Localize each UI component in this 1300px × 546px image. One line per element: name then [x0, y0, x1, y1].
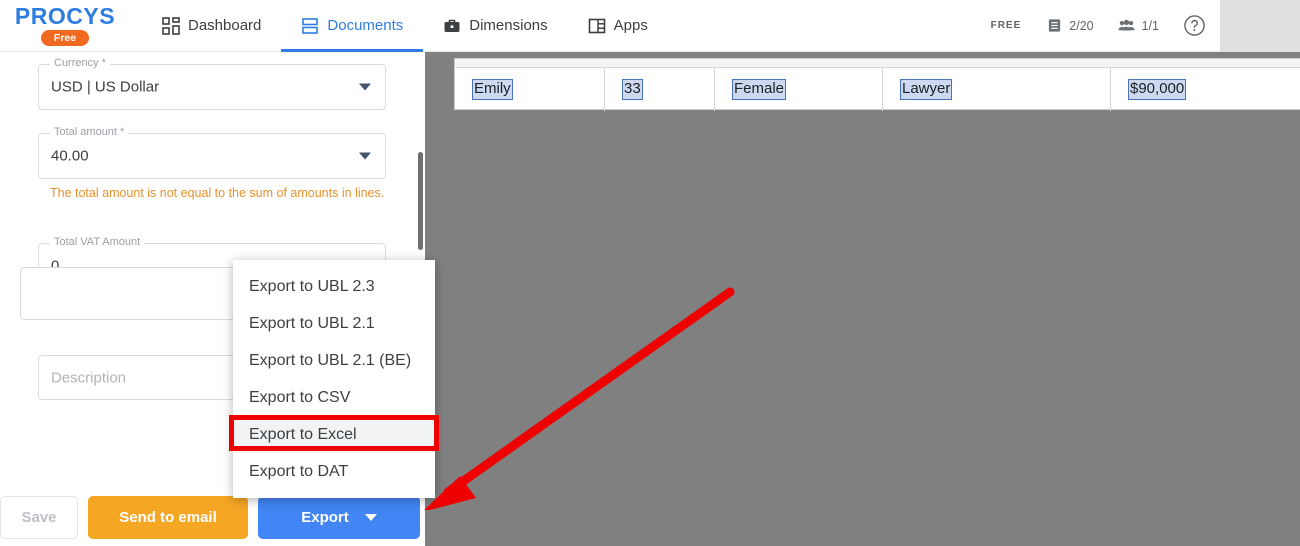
users-usage-meter[interactable]: 1/1: [1118, 18, 1159, 33]
users-usage-value: 1/1: [1141, 18, 1159, 33]
briefcase-icon: [444, 19, 460, 32]
plan-badge-free: Free: [40, 29, 90, 47]
logo-wordmark: PROCYS: [14, 2, 116, 29]
document-icon: [1049, 19, 1061, 32]
table-cell-name[interactable]: Emily: [455, 68, 605, 111]
nav-label-dimensions: Dimensions: [469, 17, 548, 34]
document-preview-area: Emily 33 Female Lawyer $90,000: [425, 52, 1300, 546]
documents-usage-meter[interactable]: 2/20: [1047, 18, 1094, 33]
total-vat-field-label: Total VAT Amount: [50, 236, 145, 248]
user-avatar-area[interactable]: [1220, 0, 1300, 52]
help-circle-icon[interactable]: [1183, 14, 1206, 37]
menu-item-label: Export to CSV: [249, 388, 351, 406]
menu-item-export-excel[interactable]: Export to Excel: [233, 416, 435, 453]
total-amount-field-value: 40.00: [51, 147, 89, 165]
table-cell-gender[interactable]: Female: [715, 68, 883, 111]
menu-item-export-ubl-23[interactable]: Export to UBL 2.3: [233, 268, 435, 305]
menu-item-export-ubl-21[interactable]: Export to UBL 2.1: [233, 305, 435, 342]
ocr-highlight-gender: Female: [732, 79, 787, 100]
total-amount-field-label: Total amount *: [50, 126, 129, 138]
nav-item-apps[interactable]: Apps: [568, 0, 668, 52]
total-amount-chevron-down-icon[interactable]: [359, 152, 371, 160]
form-scrollbar-thumb[interactable]: [418, 152, 423, 250]
table-row[interactable]: Emily 33 Female Lawyer $90,000: [455, 68, 1300, 111]
menu-item-label: Export to DAT: [249, 462, 349, 480]
menu-item-label: Export to UBL 2.3: [249, 277, 375, 295]
total-amount-field[interactable]: Total amount * 40.00: [38, 126, 386, 179]
table-cell-age[interactable]: 33: [605, 68, 715, 111]
export-chevron-down-icon: [364, 514, 377, 521]
export-button[interactable]: Export: [258, 496, 420, 539]
ocr-highlight-occupation: Lawyer: [900, 79, 953, 100]
menu-item-export-ubl-21-be[interactable]: Export to UBL 2.1 (BE): [233, 342, 435, 379]
nav-item-dashboard[interactable]: Dashboard: [142, 0, 281, 52]
currency-chevron-down-icon[interactable]: [359, 83, 371, 91]
nav-label-dashboard: Dashboard: [188, 17, 262, 34]
table-cell-occupation[interactable]: Lawyer: [883, 68, 1111, 111]
document-table-fragment: Emily 33 Female Lawyer $90,000: [454, 58, 1300, 111]
nav-label-apps: Apps: [613, 17, 648, 34]
total-amount-error-message: The total amount is not equal to the sum…: [50, 186, 385, 200]
nav-item-documents[interactable]: Documents: [281, 0, 424, 52]
menu-item-label: Export to UBL 2.1 (BE): [249, 351, 412, 369]
send-to-email-button[interactable]: Send to email: [88, 496, 248, 539]
procys-logo[interactable]: PROCYS Free: [0, 0, 130, 52]
table-header-strip: [455, 59, 1300, 68]
ocr-highlight-name: Emily: [472, 79, 513, 100]
menu-item-label: Export to UBL 2.1: [249, 314, 375, 332]
plan-label: FREE: [990, 20, 1022, 31]
table-cell-salary[interactable]: $90,000: [1111, 68, 1300, 111]
menu-item-label: Export to Excel: [249, 425, 357, 443]
main-navigation: Dashboard Documents Dimensions Apps: [142, 0, 668, 52]
documents-usage-value: 2/20: [1069, 18, 1094, 33]
nav-label-documents: Documents: [327, 17, 404, 34]
currency-field[interactable]: Currency * USD | US Dollar: [38, 57, 386, 110]
header-right-group: FREE 2/20 1/1: [991, 0, 1300, 52]
ocr-highlight-age: 33: [622, 79, 643, 100]
documents-rows-icon: [302, 17, 319, 34]
people-icon: [1118, 19, 1135, 31]
nav-item-dimensions[interactable]: Dimensions: [423, 0, 567, 52]
dashboard-grid-icon: [162, 16, 180, 35]
ocr-highlight-salary: $90,000: [1128, 79, 1187, 100]
description-placeholder: Description: [51, 369, 127, 386]
export-button-label: Export: [301, 509, 349, 526]
menu-item-export-dat[interactable]: Export to DAT: [233, 453, 435, 490]
currency-field-value: USD | US Dollar: [51, 78, 160, 96]
currency-field-label: Currency *: [50, 57, 110, 69]
save-button[interactable]: Save: [0, 496, 78, 539]
menu-item-export-csv[interactable]: Export to CSV: [233, 379, 435, 416]
apps-table-icon: [588, 18, 605, 33]
application-root: PROCYS Free Dashboard Documents Dimensio…: [0, 0, 1300, 546]
export-dropdown-menu: Export to UBL 2.3 Export to UBL 2.1 Expo…: [233, 260, 435, 498]
app-header: PROCYS Free Dashboard Documents Dimensio…: [0, 0, 1300, 52]
